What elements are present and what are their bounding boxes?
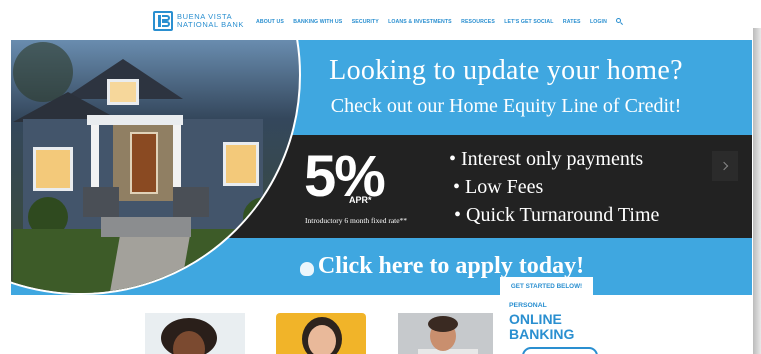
search-icon[interactable] [616, 18, 624, 25]
rate-note: Introductory 6 month fixed rate** [305, 216, 408, 225]
feature-item: • Low Fees [453, 176, 544, 198]
feature-card-3[interactable] [398, 313, 493, 354]
nav-loans-investments[interactable]: LOANS & INVESTMENTS [388, 19, 452, 25]
nav-resources[interactable]: RESOURCES [461, 19, 495, 25]
hero-banner[interactable]: Looking to update your home? Check out o… [11, 40, 752, 295]
feature-item: • Quick Turnaround Time [454, 204, 660, 226]
logo-text: BUENA VISTA NATIONAL BANK [177, 13, 244, 29]
online-banking-login-button[interactable] [522, 347, 598, 354]
nav-banking-with-us[interactable]: BANKING WITH US [293, 19, 342, 25]
feature-item: • Interest only payments [449, 148, 644, 170]
nav-security[interactable]: SECURITY [352, 19, 379, 25]
nav-login[interactable]: LOGIN [590, 19, 607, 25]
nav-rates[interactable]: RATES [563, 19, 581, 25]
house-photo [11, 40, 301, 295]
rate-suffix: APR* [349, 195, 372, 205]
carousel-next-button[interactable] [712, 151, 738, 181]
feature-card-2[interactable] [276, 313, 366, 354]
nav-about-us[interactable]: ABOUT US [256, 19, 284, 25]
apply-cta-link[interactable]: Click here to apply today! [301, 253, 601, 280]
bank-logo[interactable]: BUENA VISTA NATIONAL BANK [153, 11, 244, 31]
personal-label: PERSONAL [509, 302, 547, 309]
online-banking-label: ONLINE BANKING [509, 311, 575, 342]
page-edge-shadow [753, 28, 761, 354]
main-nav: ABOUT US BANKING WITH US SECURITY LOANS … [256, 18, 624, 25]
site-header: BUENA VISTA NATIONAL BANK ABOUT US BANKI… [0, 0, 761, 40]
logo-line-2: NATIONAL BANK [177, 20, 244, 29]
hero-subhead: Check out our Home Equity Line of Credit… [330, 95, 682, 117]
hero-headline: Looking to update your home? [329, 55, 683, 86]
feature-list: • Interest only payments • Low Fees • Qu… [449, 145, 659, 229]
logo-mark-icon [153, 11, 173, 31]
nav-lets-get-social[interactable]: LET'S GET SOCIAL [504, 19, 553, 25]
chevron-right-icon [719, 161, 729, 171]
get-started-tab: GET STARTED BELOW! [500, 277, 593, 297]
feature-card-1[interactable] [145, 313, 245, 354]
